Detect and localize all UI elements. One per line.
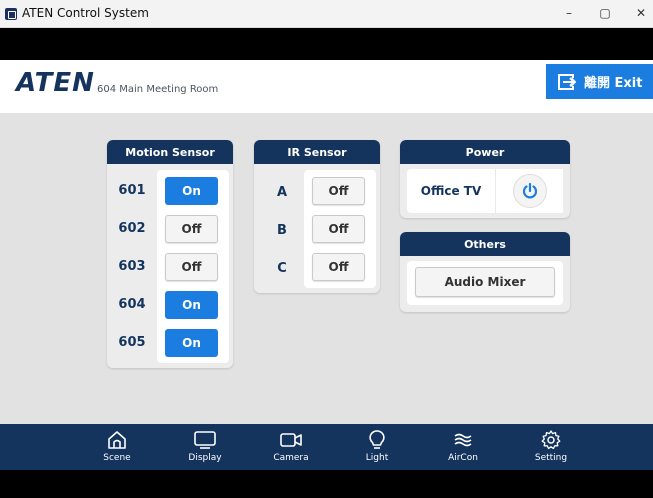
wind-icon (454, 433, 472, 447)
ir-sensor-title: IR Sensor (254, 140, 380, 164)
bottom-black-band (0, 470, 653, 498)
motion-toggle-604[interactable]: On (165, 291, 218, 319)
ir-row-b: B Off (254, 212, 380, 250)
motion-label-605: 605 (118, 335, 146, 350)
nav-display[interactable]: Display (165, 424, 245, 470)
power-toggle-button[interactable] (495, 169, 563, 213)
nav-camera[interactable]: Camera (251, 424, 331, 470)
power-row: Office TV (407, 169, 563, 213)
window-titlebar: ATEN Control System – ▢ ✕ (0, 0, 653, 28)
aten-logo: ATEN (16, 68, 95, 98)
minimize-button[interactable]: – (560, 6, 578, 20)
gear-icon (541, 430, 561, 450)
nav-label-setting: Setting (534, 453, 568, 463)
motion-label-604: 604 (118, 297, 146, 312)
ir-label-c: C (277, 261, 287, 276)
others-panel: Others Audio Mixer (400, 232, 570, 312)
motion-sensor-title: Motion Sensor (107, 140, 233, 164)
nav-label-camera: Camera (273, 453, 309, 463)
motion-label-602: 602 (118, 221, 146, 236)
ir-row-a: A Off (254, 174, 380, 212)
monitor-icon (194, 431, 216, 449)
power-device-label: Office TV (420, 184, 482, 198)
motion-toggle-605[interactable]: On (165, 329, 218, 357)
nav-label-display: Display (188, 453, 222, 463)
motion-label-601: 601 (118, 183, 146, 198)
ir-row-c: C Off (254, 250, 380, 288)
nav-aircon[interactable]: AirCon (423, 424, 503, 470)
room-name: 604 Main Meeting Room (97, 84, 219, 95)
motion-row-604: 604 On (107, 286, 233, 324)
app-icon (5, 8, 17, 20)
exit-button[interactable]: 離開 Exit (546, 64, 653, 99)
camera-icon (280, 433, 302, 447)
exit-icon (558, 73, 577, 91)
bottom-nav: Scene Display Camera Light AirCon Settin… (0, 424, 653, 470)
motion-row-602: 602 Off (107, 210, 233, 248)
power-title: Power (400, 140, 570, 164)
nav-label-light: Light (365, 453, 389, 463)
top-black-band (0, 28, 653, 60)
maximize-button[interactable]: ▢ (596, 6, 614, 20)
power-icon (512, 174, 547, 208)
main-content: Motion Sensor 601 On 602 Off 603 Off 604… (0, 113, 653, 424)
window-title: ATEN Control System (22, 6, 149, 20)
exit-label: 離開 Exit (584, 76, 643, 91)
nav-label-scene: Scene (103, 453, 131, 463)
motion-toggle-601[interactable]: On (165, 177, 218, 205)
nav-setting[interactable]: Setting (511, 424, 591, 470)
motion-row-603: 603 Off (107, 248, 233, 286)
close-button[interactable]: ✕ (632, 6, 650, 20)
ir-toggle-c[interactable]: Off (312, 253, 365, 281)
nav-scene[interactable]: Scene (77, 424, 157, 470)
motion-toggle-602[interactable]: Off (165, 215, 218, 243)
ir-toggle-b[interactable]: Off (312, 215, 365, 243)
motion-row-601: 601 On (107, 172, 233, 210)
nav-label-aircon: AirCon (448, 453, 478, 463)
motion-sensor-panel: Motion Sensor 601 On 602 Off 603 Off 604… (107, 140, 233, 368)
motion-row-605: 605 On (107, 324, 233, 362)
motion-label-603: 603 (118, 259, 146, 274)
motion-toggle-603[interactable]: Off (165, 253, 218, 281)
nav-light[interactable]: Light (337, 424, 417, 470)
ir-label-a: A (276, 185, 288, 200)
ir-label-b: B (277, 223, 287, 238)
app-header: ATEN 604 Main Meeting Room 離開 Exit (0, 60, 653, 113)
others-title: Others (400, 232, 570, 256)
bulb-icon (369, 430, 385, 449)
ir-sensor-panel: IR Sensor A Off B Off C Off (254, 140, 380, 293)
power-panel: Power Office TV (400, 140, 570, 218)
home-icon (108, 431, 126, 449)
audio-mixer-button[interactable]: Audio Mixer (415, 267, 555, 297)
others-row: Audio Mixer (407, 261, 563, 305)
ir-toggle-a[interactable]: Off (312, 177, 365, 205)
